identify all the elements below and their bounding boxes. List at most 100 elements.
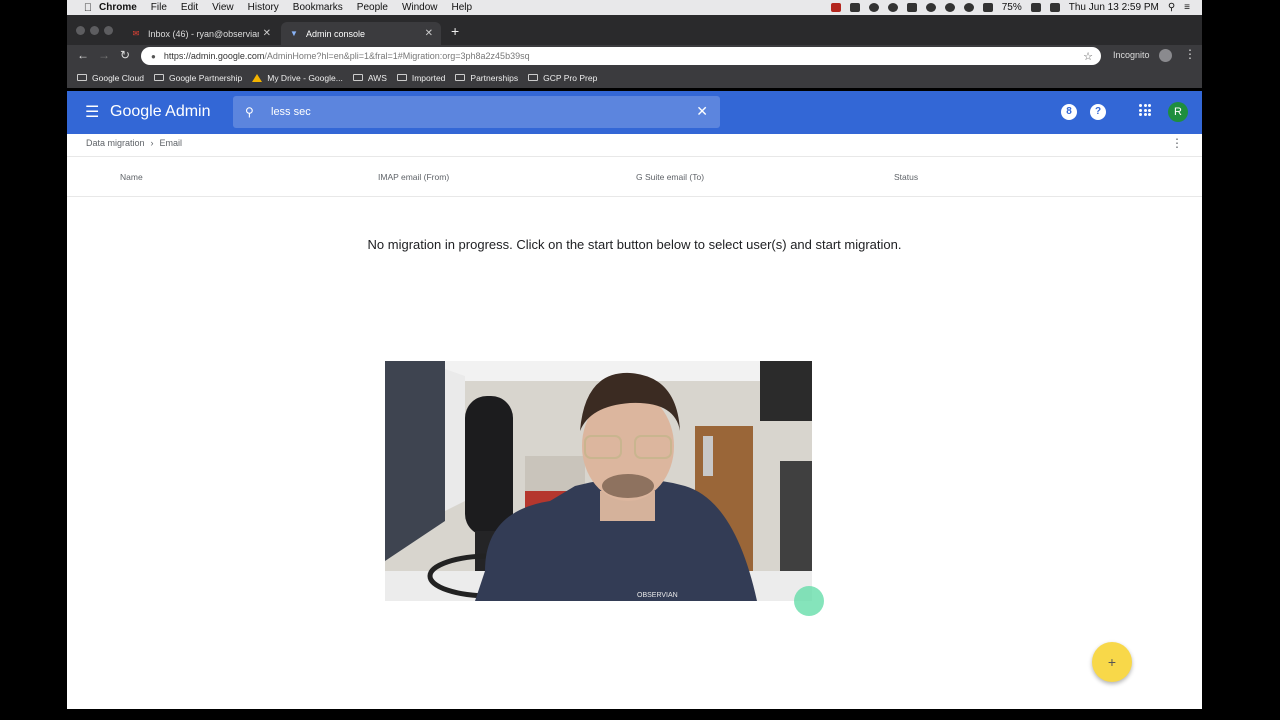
folder-icon bbox=[153, 74, 164, 81]
bluetooth-icon[interactable] bbox=[944, 3, 955, 12]
tab-admin-console[interactable]: ▼ Admin console ✕ bbox=[281, 22, 441, 45]
help-icon[interactable]: ? bbox=[1090, 104, 1106, 120]
apple-menu-icon[interactable]:  bbox=[77, 2, 99, 14]
menu-extras: 75% Thu Jun 13 2:59 PM ⚲ ≡ bbox=[830, 2, 1202, 13]
close-tab-icon[interactable]: ✕ bbox=[425, 28, 433, 39]
menu-window[interactable]: Window bbox=[402, 2, 438, 13]
bookmark-label: GCP Pro Prep bbox=[543, 72, 598, 83]
display-icon[interactable] bbox=[1049, 3, 1060, 12]
tray-app-icon[interactable] bbox=[925, 3, 936, 12]
bookmark-star-icon[interactable]: ☆ bbox=[1083, 50, 1093, 63]
folder-icon bbox=[352, 74, 363, 81]
bookmark-label: Imported bbox=[411, 72, 446, 83]
menu-people[interactable]: People bbox=[357, 2, 388, 13]
volume-icon[interactable] bbox=[982, 3, 993, 12]
bookmark-item[interactable]: AWS bbox=[352, 72, 387, 83]
window-minimize-button[interactable] bbox=[90, 26, 99, 35]
main-menu-icon[interactable]: ☰ bbox=[85, 102, 99, 122]
breadcrumb: Data migration › Email bbox=[86, 138, 182, 148]
forward-icon[interactable]: → bbox=[98, 48, 110, 62]
column-name[interactable]: Name bbox=[120, 172, 143, 182]
google-admin-logo[interactable]: Google Admin bbox=[110, 103, 211, 121]
search-box[interactable]: ⚲ ✕ bbox=[233, 96, 720, 128]
cursor-highlight bbox=[794, 586, 824, 616]
tray-app-icon[interactable] bbox=[906, 3, 917, 12]
webcam-frame: OBSERVIAN bbox=[385, 361, 812, 601]
bookmark-item[interactable]: Partnerships bbox=[455, 73, 518, 83]
chrome-menu-icon[interactable]: ⋮ bbox=[1184, 47, 1196, 61]
folder-icon bbox=[396, 74, 407, 81]
breadcrumb-data-migration[interactable]: Data migration bbox=[86, 138, 145, 148]
bookmark-item[interactable]: Imported bbox=[396, 72, 446, 83]
window-zoom-button[interactable] bbox=[104, 26, 113, 35]
clear-search-icon[interactable]: ✕ bbox=[696, 103, 708, 120]
bookmark-label: Google Partnership bbox=[168, 72, 243, 83]
wifi-icon[interactable] bbox=[963, 3, 974, 12]
menu-help[interactable]: Help bbox=[452, 2, 473, 13]
menu-app-name[interactable]: Chrome bbox=[99, 2, 137, 13]
account-avatar[interactable]: R bbox=[1168, 102, 1188, 122]
tab-inbox[interactable]: ✉ Inbox (46) - ryan@observianlo ✕ bbox=[123, 22, 279, 45]
clock[interactable]: Thu Jun 13 2:59 PM bbox=[1069, 2, 1159, 13]
battery-icon[interactable] bbox=[1030, 3, 1041, 12]
empty-state-message: No migration in progress. Click on the s… bbox=[367, 237, 902, 252]
tray-app-icon[interactable] bbox=[830, 3, 841, 12]
incognito-label: Incognito bbox=[1113, 50, 1150, 60]
notification-center-icon[interactable]: ≡ bbox=[1184, 2, 1190, 13]
menu-bookmarks[interactable]: Bookmarks bbox=[293, 2, 343, 13]
apps-grid-icon[interactable] bbox=[1139, 104, 1151, 116]
menu-edit[interactable]: Edit bbox=[181, 2, 198, 13]
chevron-right-icon: › bbox=[150, 138, 154, 148]
tab-strip: ✉ Inbox (46) - ryan@observianlo ✕ ▼ Admi… bbox=[67, 15, 1202, 45]
shirt-logo-text: OBSERVIAN bbox=[637, 592, 678, 599]
drive-icon bbox=[252, 73, 263, 82]
folder-icon bbox=[528, 74, 539, 81]
bookmark-item[interactable]: My Drive - Google... bbox=[252, 73, 343, 83]
tray-app-icon[interactable] bbox=[868, 3, 879, 12]
start-migration-button[interactable]: + bbox=[1092, 642, 1132, 682]
column-status[interactable]: Status bbox=[894, 172, 918, 182]
search-input[interactable] bbox=[271, 106, 661, 118]
bookmark-item[interactable]: Google Partnership bbox=[153, 72, 243, 83]
close-tab-icon[interactable]: ✕ bbox=[263, 28, 271, 39]
webcam-video-overlay: OBSERVIAN bbox=[385, 361, 812, 601]
back-icon[interactable]: ← bbox=[77, 48, 89, 62]
gmail-icon: ✉ bbox=[132, 29, 140, 38]
bookmark-label: AWS bbox=[367, 72, 387, 83]
bottom-letterbox bbox=[67, 709, 1202, 720]
column-imap-email[interactable]: IMAP email (From) bbox=[378, 172, 449, 182]
menu-file[interactable]: File bbox=[151, 2, 167, 13]
cloud-icon[interactable] bbox=[887, 3, 898, 12]
more-options-icon[interactable]: ⋮ bbox=[1171, 136, 1183, 150]
column-gsuite-email[interactable]: G Suite email (To) bbox=[636, 172, 704, 182]
table-header: Name IMAP email (From) G Suite email (To… bbox=[67, 156, 1202, 197]
main-content: Data migration › Email ⋮ Name IMAP email… bbox=[67, 134, 1202, 709]
spotlight-icon[interactable]: ⚲ bbox=[1168, 2, 1175, 13]
new-tab-button[interactable]: + bbox=[451, 23, 459, 39]
bookmark-item[interactable]: Google Cloud bbox=[77, 73, 144, 83]
menu-history[interactable]: History bbox=[248, 2, 279, 13]
search-icon[interactable]: ⚲ bbox=[245, 105, 259, 119]
incognito-icon[interactable] bbox=[1159, 49, 1172, 62]
breadcrumb-email: Email bbox=[159, 138, 183, 148]
bookmark-label: Partnerships bbox=[470, 72, 519, 83]
folder-icon bbox=[455, 74, 466, 81]
notifications-badge-icon[interactable]: 8 bbox=[1061, 104, 1077, 120]
bookmark-item[interactable]: GCP Pro Prep bbox=[528, 73, 597, 83]
menu-view[interactable]: View bbox=[212, 2, 234, 13]
bookmark-label: My Drive - Google... bbox=[267, 72, 343, 83]
tray-app-icon[interactable] bbox=[849, 3, 860, 12]
admin-shield-icon: ▼ bbox=[290, 29, 298, 38]
tab-title: Admin console bbox=[306, 28, 366, 39]
admin-app-bar: ☰ Google Admin ⚲ ✕ 8 ? R bbox=[67, 91, 1202, 134]
url-host: https://admin.google.com bbox=[163, 51, 265, 61]
window-close-button[interactable] bbox=[76, 26, 85, 35]
reload-icon[interactable]: ↻ bbox=[120, 48, 130, 62]
tab-title: Inbox (46) - ryan@observianlo bbox=[148, 28, 259, 39]
browser-toolbar: ← → ↻ ● https://admin.google.com /AdminH… bbox=[67, 45, 1202, 67]
address-bar[interactable]: ● https://admin.google.com /AdminHome?hl… bbox=[141, 47, 1101, 65]
url-path: /AdminHome?hl=en&pli=1&fral=1#Migration:… bbox=[264, 51, 530, 61]
lock-icon: ● bbox=[151, 51, 156, 61]
battery-percent: 75% bbox=[1001, 2, 1022, 13]
bookmarks-bar: Google Cloud Google Partnership My Drive… bbox=[67, 67, 1202, 88]
